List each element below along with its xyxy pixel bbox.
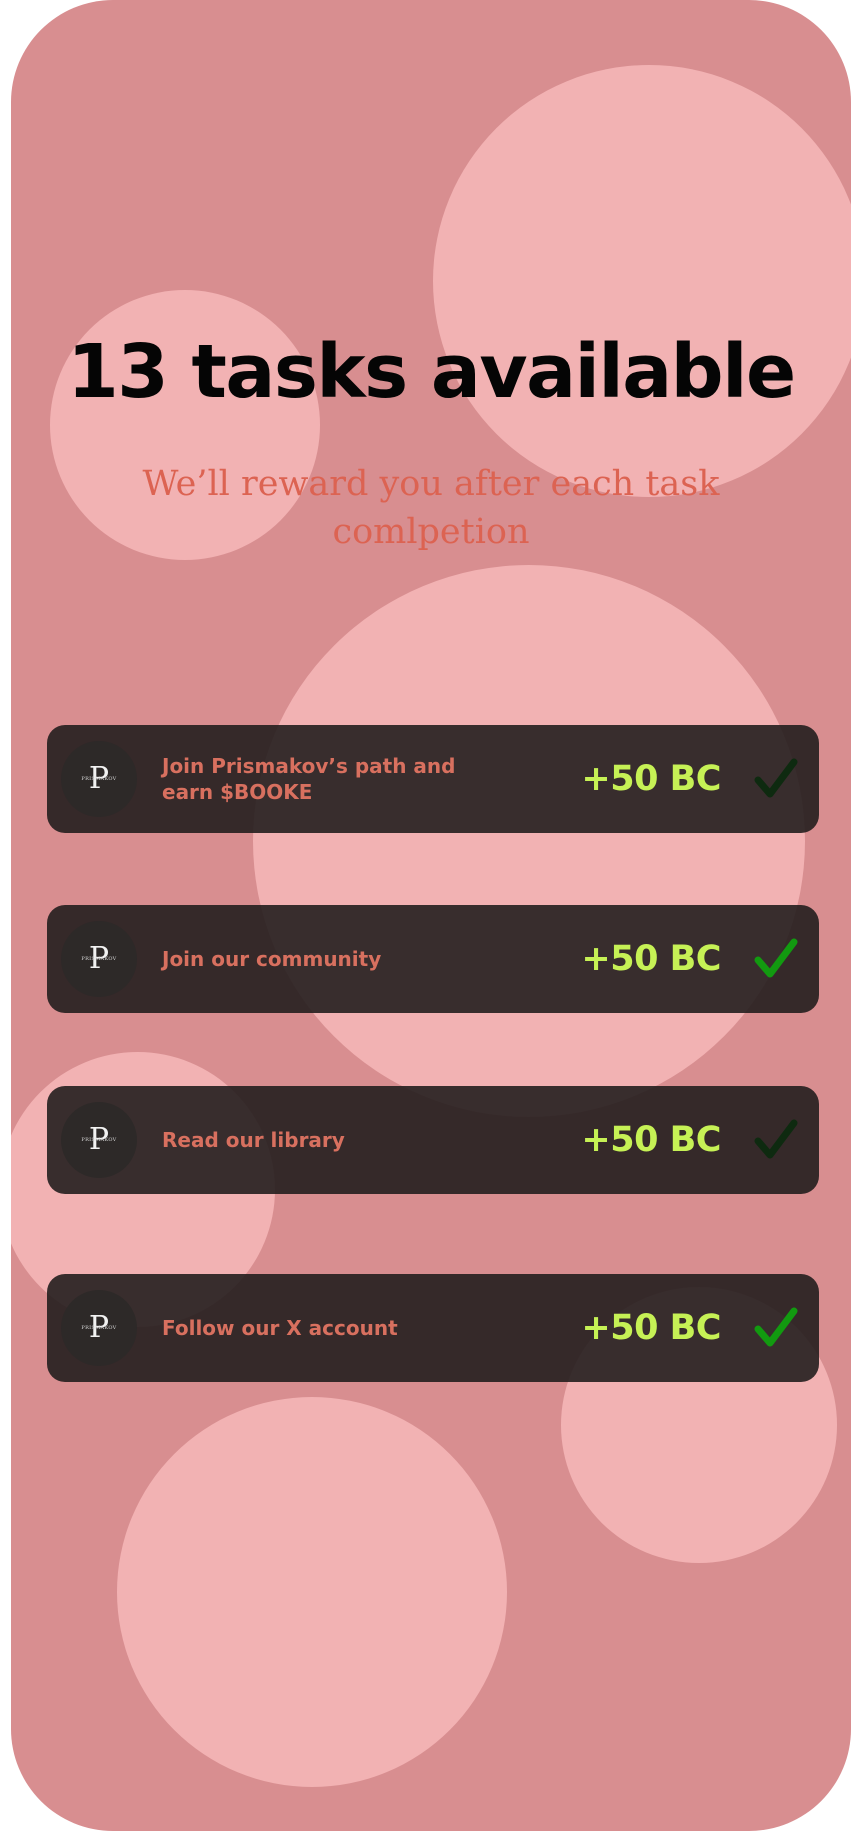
decorative-circle: [117, 1397, 507, 1787]
logo-wordmark: PRISMAKOV: [81, 776, 117, 782]
checkmark-path: [754, 1307, 798, 1347]
decorative-circle: [253, 565, 805, 1117]
logo-wordmark: PRISMAKOV: [81, 1325, 117, 1331]
checkmark-icon[interactable]: [753, 1305, 799, 1351]
logo-wordmark: PRISMAKOV: [81, 956, 117, 962]
checkmark-icon[interactable]: [753, 756, 799, 802]
task-title: Join Prismakov’s path and earn $BOOKE: [162, 754, 456, 804]
decorative-circle: [433, 65, 851, 497]
checkmark-path: [754, 758, 798, 798]
task-reward: +50 BC: [581, 1120, 721, 1160]
task-card-join-community[interactable]: P PRISMAKOV Join our community +50 BC: [47, 905, 819, 1013]
task-title: Read our library: [162, 1128, 345, 1152]
task-reward: +50 BC: [581, 759, 721, 799]
checkmark-path: [754, 938, 798, 978]
task-title: Follow our X account: [162, 1316, 398, 1340]
checkmark-icon[interactable]: [753, 936, 799, 982]
task-card-follow-x[interactable]: P PRISMAKOV Follow our X account +50 BC: [47, 1274, 819, 1382]
task-reward: +50 BC: [581, 939, 721, 979]
prismakov-logo: P PRISMAKOV: [61, 741, 137, 817]
prismakov-logo: P PRISMAKOV: [61, 1102, 137, 1178]
task-card-join-path[interactable]: P PRISMAKOV Join Prismakov’s path and ea…: [47, 725, 819, 833]
task-title: Join our community: [162, 947, 382, 971]
tasks-screen: 13 tasks available We’ll reward you afte…: [11, 0, 851, 1831]
checkmark-icon[interactable]: [753, 1117, 799, 1163]
task-card-read-library[interactable]: P PRISMAKOV Read our library +50 BC: [47, 1086, 819, 1194]
page-subtitle: We’ll reward you after each task comlpet…: [142, 464, 720, 552]
task-reward: +50 BC: [581, 1308, 721, 1348]
page-title: 13 tasks available: [67, 329, 796, 415]
checkmark-path: [754, 1119, 798, 1159]
logo-wordmark: PRISMAKOV: [81, 1137, 117, 1143]
prismakov-logo: P PRISMAKOV: [61, 921, 137, 997]
prismakov-logo: P PRISMAKOV: [61, 1290, 137, 1366]
